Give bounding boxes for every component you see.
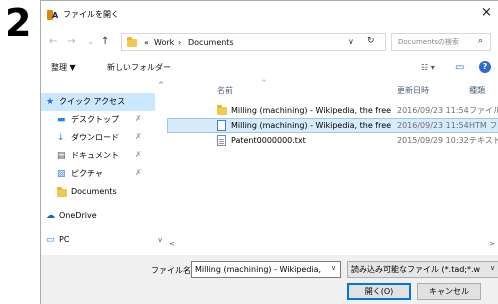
- search-box[interactable]: Documentsの検索 ⌕: [391, 33, 491, 51]
- horizontal-scrollbar[interactable]: < >: [167, 240, 498, 250]
- scroll-down-icon[interactable]: v: [158, 236, 162, 244]
- scroll-right-icon[interactable]: >: [489, 240, 495, 248]
- navigation-pane: ★ クイック アクセス ▬ デスクトップ ✗ ↓ ダウンロード ✗ ▤ ドキュメ…: [41, 79, 155, 255]
- cancel-button[interactable]: キャンセル: [417, 283, 481, 300]
- new-folder-button[interactable]: 新しいフォルダー: [107, 62, 171, 73]
- file-name: Milling (machining) - Wikipedia, the fre…: [231, 106, 393, 115]
- file-row[interactable]: Patent0000000.txt 2015/09/29 10:32 テキスト …: [167, 133, 498, 148]
- sidebar-item-label: ドキュメント: [71, 151, 119, 160]
- file-type: ファイル フォ: [469, 106, 498, 115]
- help-icon[interactable]: ?: [479, 61, 491, 73]
- organize-button[interactable]: 整理 ▼: [51, 62, 76, 73]
- breadcrumb-work[interactable]: Work: [154, 37, 174, 48]
- column-header-name[interactable]: 名前: [217, 85, 233, 96]
- app-icon: A: [47, 10, 59, 20]
- pictures-icon: ▨: [57, 169, 66, 179]
- sidebar-item-label: PC: [59, 235, 70, 244]
- file-type-select[interactable]: 読み込み可能なファイル (*.tad;*.w ∨: [347, 261, 498, 278]
- breadcrumb-documents[interactable]: Documents: [188, 37, 234, 48]
- file-list: ^ 名前 更新日時 種類 Milling (machining) - Wikip…: [167, 79, 498, 255]
- download-icon: ↓: [57, 133, 65, 143]
- breadcrumb-overflow[interactable]: «: [144, 37, 149, 48]
- file-modified: 2015/09/29 10:32: [397, 136, 469, 145]
- star-icon: ★: [46, 97, 55, 107]
- sidebar-item-label: OneDrive: [59, 211, 97, 220]
- chevron-down-icon[interactable]: ∨: [348, 37, 354, 46]
- sidebar-item-pc[interactable]: ▭ PC: [41, 231, 155, 249]
- document-icon: ▤: [57, 151, 66, 161]
- file-type: HTM ファ: [469, 121, 498, 130]
- toolbar: 整理 ▼ 新しいフォルダー ☷ ▾ ▭ ?: [41, 57, 498, 79]
- dialog-title: ファイルを開く: [63, 10, 119, 19]
- recent-locations-icon[interactable]: ⌄: [87, 35, 95, 49]
- pin-icon: ✗: [135, 150, 142, 159]
- view-options-icon[interactable]: ☷ ▾: [421, 62, 435, 73]
- file-type: テキスト ド: [469, 136, 498, 145]
- breadcrumb-arrow-icon[interactable]: ›: [178, 37, 181, 48]
- sidebar-item-onedrive[interactable]: ☁ OneDrive: [41, 207, 155, 225]
- close-button[interactable]: ×: [481, 5, 492, 21]
- pin-icon: ✗: [135, 114, 142, 123]
- open-file-dialog: A ファイルを開く × ← → ⌄ ↑ « Work › Documents ∨…: [40, 0, 498, 304]
- open-button[interactable]: 開く(O): [347, 283, 411, 300]
- folder-icon: [57, 187, 67, 197]
- column-header-modified[interactable]: 更新日時: [397, 85, 429, 96]
- file-type-value: 読み込み可能なファイル (*.tad;*.w: [351, 265, 481, 274]
- sidebar-item-label: クイック アクセス: [59, 97, 126, 106]
- sort-caret-icon: ^: [261, 79, 267, 87]
- refresh-icon[interactable]: ↻: [367, 36, 375, 46]
- folder-icon: [217, 105, 227, 115]
- sidebar-item-documents-jp[interactable]: ▤ ドキュメント ✗: [41, 147, 155, 165]
- file-name: Patent0000000.txt: [231, 136, 306, 145]
- scroll-up-icon[interactable]: ^: [158, 81, 164, 89]
- sidebar-item-desktop[interactable]: ▬ デスクトップ ✗: [41, 111, 155, 129]
- sidebar-item-pictures[interactable]: ▨ ピクチャ ✗: [41, 165, 155, 183]
- forward-arrow-icon[interactable]: →: [67, 35, 75, 49]
- pin-icon: ✗: [135, 168, 142, 177]
- column-header-type[interactable]: 種類: [469, 85, 485, 96]
- file-modified: 2016/09/23 11:54: [397, 121, 469, 130]
- up-folder-icon[interactable]: ↑: [101, 35, 109, 49]
- step-number: 2: [5, 1, 32, 45]
- back-arrow-icon[interactable]: ←: [49, 35, 57, 49]
- sidebar-item-label: デスクトップ: [71, 115, 119, 124]
- html-file-icon: [217, 120, 226, 131]
- filename-value: Milling (machining) - Wikipedia,: [195, 265, 322, 274]
- dialog-footer: ファイル名(N): Milling (machining) - Wikipedi…: [41, 255, 498, 304]
- chevron-down-icon[interactable]: ∨: [490, 264, 495, 272]
- cloud-icon: ☁: [46, 211, 55, 221]
- file-row-selected[interactable]: Milling (machining) - Wikipedia, the fre…: [167, 118, 498, 133]
- sidebar-item-documents[interactable]: Documents: [41, 183, 155, 201]
- file-name: Milling (machining) - Wikipedia, the fre…: [231, 121, 393, 130]
- file-row[interactable]: Milling (machining) - Wikipedia, the fre…: [167, 103, 498, 118]
- search-placeholder: Documentsの検索: [398, 38, 459, 46]
- sidebar-item-label: ピクチャ: [71, 169, 103, 178]
- sidebar-item-label: Documents: [71, 187, 117, 196]
- search-icon[interactable]: ⌕: [478, 36, 483, 46]
- computer-icon: ▭: [46, 235, 55, 245]
- file-modified: 2016/09/23 11:54: [397, 106, 469, 115]
- filename-input[interactable]: Milling (machining) - Wikipedia, ∨: [191, 261, 341, 278]
- preview-pane-icon[interactable]: ▭: [455, 62, 464, 73]
- title-bar: A ファイルを開く ×: [41, 1, 498, 29]
- pin-icon: ✗: [135, 132, 142, 141]
- address-row: ← → ⌄ ↑ « Work › Documents ∨ ↻ Documents…: [41, 29, 498, 55]
- sidebar-item-downloads[interactable]: ↓ ダウンロード ✗: [41, 129, 155, 147]
- desktop-icon: ▬: [57, 115, 66, 125]
- text-file-icon: [217, 135, 226, 146]
- sidebar-item-label: ダウンロード: [71, 133, 119, 142]
- folder-icon: [127, 37, 137, 47]
- scroll-left-icon[interactable]: <: [169, 240, 175, 248]
- sidebar-item-quick-access[interactable]: ★ クイック アクセス: [41, 93, 155, 111]
- navigation-scrollbar[interactable]: ^ v: [157, 79, 166, 255]
- chevron-down-icon[interactable]: ∨: [331, 264, 336, 272]
- address-bar[interactable]: « Work › Documents ∨ ↻: [121, 33, 386, 51]
